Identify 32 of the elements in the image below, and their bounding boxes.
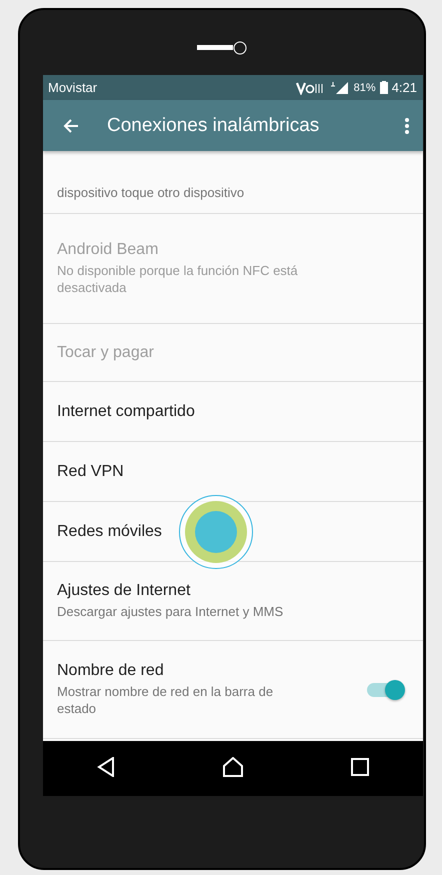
settings-item[interactable]: dispositivo toque otro dispositivo — [43, 151, 423, 214]
battery-percent: 81% — [354, 82, 376, 94]
square-icon — [351, 758, 370, 776]
setting-summary: Descargar ajustes para Internet y MMS — [57, 603, 284, 620]
setting-title: Ajustes de Internet — [57, 582, 192, 600]
settings-item[interactable]: Red VPN — [43, 442, 423, 502]
setting-summary: dispositivo toque otro dispositivo — [57, 184, 246, 201]
carrier-name: Movistar — [48, 80, 98, 95]
home-nav-button[interactable] — [222, 757, 244, 780]
setting-title: Nombre de red — [57, 662, 165, 680]
toggle-switch[interactable] — [367, 682, 403, 696]
back-arrow-icon — [63, 118, 79, 132]
setting-summary: No disponible porque la función NFC está desactivada — [57, 262, 299, 296]
back-nav-button[interactable] — [96, 757, 115, 780]
screen-title: Conexiones inalámbricas — [107, 114, 320, 136]
settings-item[interactable]: Ajustes de Internet Descargar ajustes para Internet y MMS — [43, 562, 423, 641]
setting-summary: Mostrar nombre de red en la barra de estado — [57, 683, 274, 717]
home-icon — [222, 757, 244, 777]
battery-icon — [380, 81, 388, 94]
back-triangle-icon — [96, 757, 115, 777]
settings-item[interactable]: Nombre de red Mostrar nombre de red en la barra de estado — [43, 641, 423, 739]
signal-icon — [330, 80, 350, 94]
settings-item[interactable]: Internet compartido — [43, 382, 423, 442]
setting-title: Internet compartido — [57, 402, 196, 420]
more-options-icon — [405, 118, 409, 134]
clock-time: 4:21 — [392, 80, 417, 95]
recents-nav-button[interactable] — [351, 758, 370, 779]
setting-title: Redes móviles — [57, 522, 163, 540]
setting-title: Tocar y pagar — [57, 344, 155, 362]
setting-title: Android Beam — [57, 241, 160, 259]
setting-title: Red VPN — [57, 462, 125, 480]
earpiece-icon — [197, 40, 247, 54]
